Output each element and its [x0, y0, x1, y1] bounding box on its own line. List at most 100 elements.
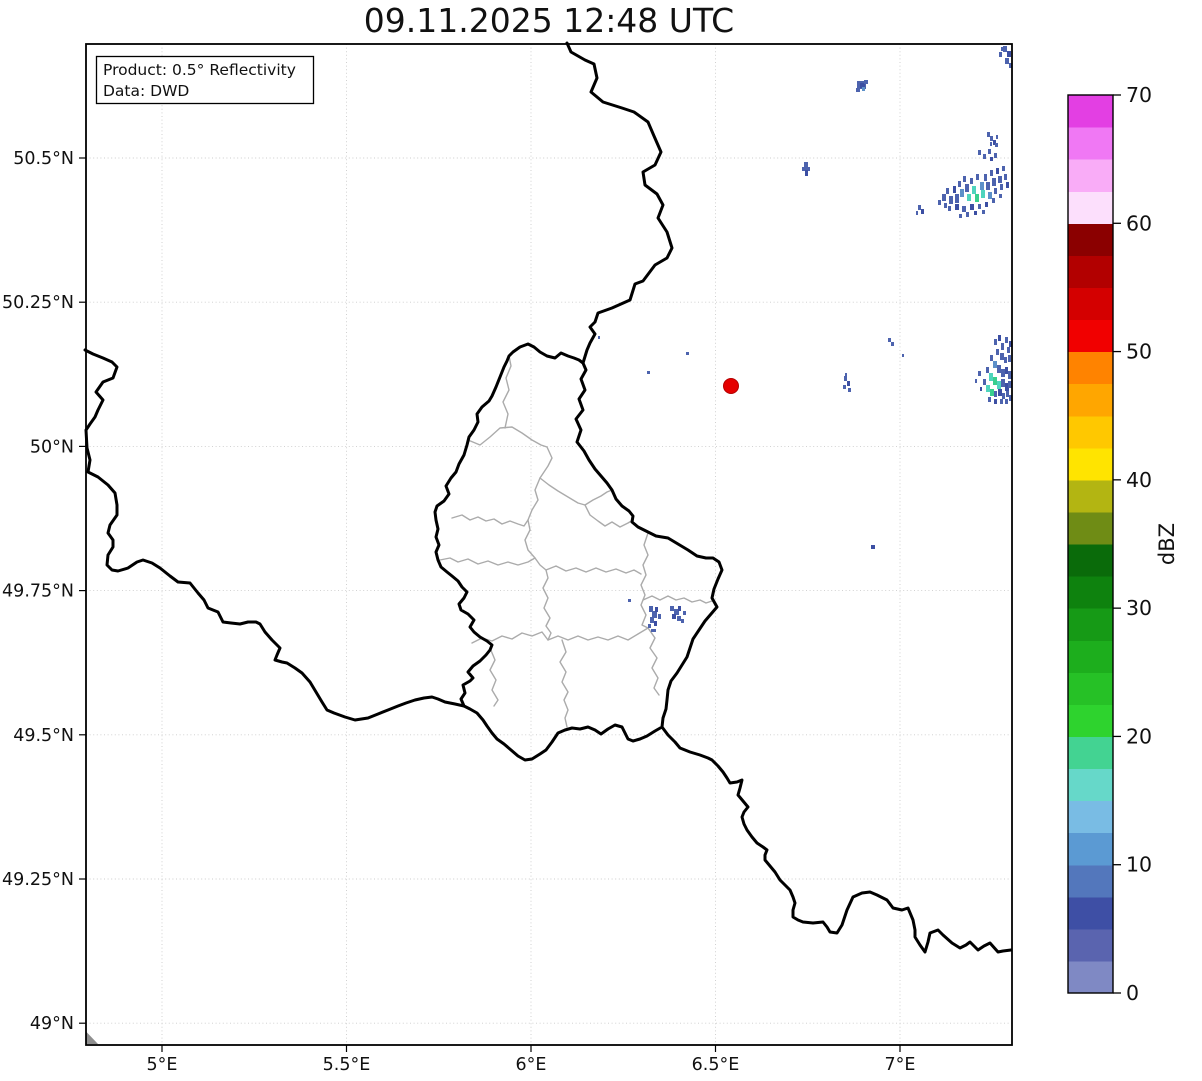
colorbar-segment	[1068, 352, 1113, 385]
radar-echo-pixel	[1005, 58, 1009, 64]
radar-echo-pixel	[1005, 367, 1008, 374]
radar-echo-pixel	[902, 354, 904, 357]
radar-echo-pixel	[1007, 51, 1011, 57]
radar-echo-pixel	[990, 136, 993, 141]
radar-echo-pixel	[847, 381, 850, 386]
radar-echo-pixel	[844, 376, 847, 381]
radar-echo-pixel	[993, 361, 997, 368]
radar-echo-pixel	[683, 611, 686, 615]
radar-echo-pixel	[856, 88, 860, 92]
radar-echo-pixel	[1000, 184, 1003, 190]
radar-echo-pixel	[648, 624, 651, 628]
figure-title: 09.11.2025 12:48 UTC	[364, 1, 734, 40]
radar-echo-pixel	[997, 381, 1001, 389]
radar-echo-pixel	[942, 194, 946, 201]
radar-echo-pixel	[980, 387, 982, 391]
radar-echo-pixel	[966, 212, 969, 217]
radar-echo-pixel	[982, 210, 985, 214]
colorbar-segment	[1068, 384, 1113, 417]
colorbar-segment	[1068, 544, 1113, 577]
radar-echo-pixel	[993, 377, 997, 385]
x-tick-label: 7°E	[885, 1055, 916, 1075]
radar-echo-pixel	[986, 367, 989, 373]
radar-echo-pixel	[647, 371, 650, 374]
radar-echo-pixel	[598, 336, 600, 339]
radar-echo-pixel	[918, 205, 921, 210]
radar-echo-pixel	[845, 373, 847, 376]
radar-echo-pixel	[970, 204, 974, 210]
radar-echo-pixel	[1002, 393, 1005, 399]
radar-echo-pixel	[999, 194, 1002, 198]
radar-echo-pixel	[672, 614, 676, 619]
radar-echo-pixel	[1006, 182, 1009, 188]
radar-echo-pixel	[990, 170, 993, 176]
radar-echo-pixel	[994, 391, 997, 397]
radar-echo-pixel	[678, 606, 681, 611]
radar-echo-pixel	[970, 178, 973, 184]
radar-echo-pixel	[916, 211, 918, 215]
y-tick-label: 50°N	[30, 437, 74, 457]
colorbar-segment	[1068, 929, 1113, 962]
radar-echo-pixel	[955, 194, 959, 203]
colorbar-axis-label: dBZ	[1155, 523, 1179, 565]
y-tick-label: 49.5°N	[13, 726, 74, 746]
radar-echo-pixel	[972, 186, 976, 194]
radar-echo-pixel	[985, 202, 988, 207]
radar-echo-pixel	[805, 170, 808, 176]
radar-echo-pixel	[888, 338, 891, 342]
radar-echo-pixel	[978, 150, 981, 155]
region-border-path	[525, 478, 546, 570]
radar-echo-pixel	[1004, 174, 1007, 180]
radar-echo-pixel	[944, 203, 947, 208]
radar-echo-pixel	[960, 189, 964, 197]
radar-echo-pixel	[1002, 166, 1005, 171]
country-border-path	[85, 350, 464, 720]
radar-echo-pixel	[988, 149, 991, 154]
colorbar-segment	[1068, 865, 1113, 898]
colorbar-tick-label: 0	[1126, 981, 1139, 1005]
red-location-marker	[724, 379, 739, 394]
colorbar: 010203040506070	[1068, 83, 1152, 1005]
x-tick-label: 6°E	[516, 1055, 547, 1075]
radar-echo-pixel	[983, 154, 986, 159]
radar-echo-pixel	[975, 379, 977, 383]
annotation-product-line: Product: 0.5° Reflectivity	[103, 61, 296, 79]
radar-echo-pixel	[994, 339, 997, 345]
colorbar-segment	[1068, 223, 1113, 256]
country-border-path	[567, 43, 672, 363]
radar-echo-pixel	[997, 365, 1001, 373]
radar-echo-pixel	[1006, 391, 1009, 397]
radar-echo-pixel	[1005, 399, 1008, 404]
region-border-path	[643, 596, 712, 603]
radar-echo-pixel	[978, 371, 981, 376]
colorbar-tick-label: 20	[1126, 724, 1152, 748]
radar-echo-pixel	[946, 188, 949, 194]
radar-echo-pixel	[948, 206, 951, 211]
radar-echo-pixel	[681, 619, 684, 623]
radar-echo-pixel	[996, 168, 999, 174]
annotation-data-line: Data: DWD	[103, 82, 189, 100]
radar-echo-pixel	[994, 153, 997, 158]
radar-echo-pixel	[1001, 379, 1005, 387]
radar-echo-pixel	[962, 206, 966, 212]
radar-echo-pixel	[686, 352, 689, 355]
radar-echo-pixel	[677, 616, 681, 621]
radar-echo-pixel	[976, 174, 979, 180]
colorbar-segment	[1068, 255, 1113, 288]
radar-echo-pixel	[658, 614, 661, 619]
radar-echo-pixel	[1000, 399, 1003, 404]
region-border-path	[648, 628, 659, 695]
radar-echo-pixel	[938, 200, 941, 205]
radar-echo-pixel	[1001, 369, 1005, 377]
colorbar-segment	[1068, 769, 1113, 802]
radar-echo-pixel	[963, 176, 966, 182]
region-border-path	[546, 566, 641, 574]
radar-echo-pixel	[959, 214, 962, 218]
radar-echo-pixel	[1008, 355, 1011, 362]
radar-echo-pixel	[1005, 337, 1008, 343]
colorbar-segment	[1068, 961, 1113, 994]
radar-echo-pixel	[988, 192, 992, 199]
region-border-path	[468, 427, 612, 505]
colorbar-segment	[1068, 897, 1113, 930]
radar-echo-pixel	[655, 607, 658, 612]
